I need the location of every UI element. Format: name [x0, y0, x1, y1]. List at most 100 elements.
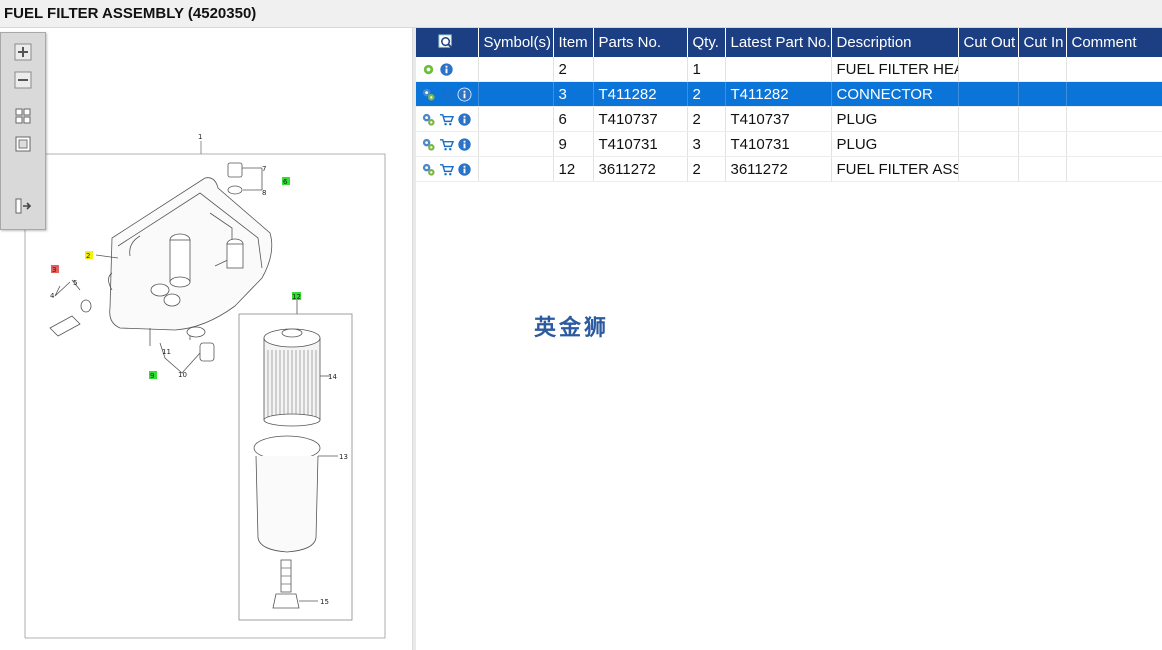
parts-pane: Symbol(s) Item Parts No. Qty. Latest Par… — [416, 28, 1162, 650]
callout-8: 8 — [262, 189, 266, 197]
callout-7: 7 — [262, 165, 266, 173]
cell-symbol — [478, 131, 554, 157]
cell-latest-part-no — [725, 57, 832, 82]
search-parts-icon — [438, 34, 455, 51]
parts-table: Symbol(s) Item Parts No. Qty. Latest Par… — [416, 28, 1162, 182]
cell-cut-in — [1018, 131, 1067, 157]
exploded-diagram[interactable]: 1 2 3 4 5 6 7 8 9 10 11 12 13 14 15 — [0, 28, 412, 650]
toggle-list-icon — [15, 198, 32, 214]
cell-item: 9 — [553, 131, 594, 157]
cell-qty: 2 — [687, 106, 726, 132]
cell-item: 12 — [553, 156, 594, 182]
cell-item: 3 — [553, 81, 594, 107]
cell-cut-out — [958, 156, 1019, 182]
gears-icon[interactable] — [421, 112, 436, 127]
cell-part-no: T410737 — [593, 106, 688, 132]
cell-description: PLUG — [831, 106, 959, 132]
table-row[interactable]: 12361127223611272FUEL FILTER ASSEMBLY — [416, 156, 1162, 182]
zoom-in-button[interactable] — [11, 41, 35, 63]
info-icon[interactable] — [457, 162, 472, 177]
diagram-pane[interactable]: 1 2 3 4 5 6 7 8 9 10 11 12 13 14 15 — [0, 28, 412, 650]
cart-icon[interactable] — [439, 162, 454, 177]
row-actions[interactable] — [416, 131, 479, 157]
column-header-symbol[interactable]: Symbol(s) — [478, 28, 554, 57]
column-header-comment[interactable]: Comment — [1066, 28, 1162, 57]
cell-part-no — [593, 57, 688, 82]
callout-5: 5 — [73, 279, 77, 287]
zoom-out-button[interactable] — [11, 69, 35, 91]
cart-icon[interactable] — [439, 112, 454, 127]
zoom-out-icon — [14, 71, 32, 89]
cell-description: PLUG — [831, 131, 959, 157]
row-actions[interactable] — [416, 106, 479, 132]
info-icon[interactable] — [457, 112, 472, 127]
fit-all-icon — [15, 108, 31, 124]
cell-cut-out — [958, 57, 1019, 82]
cart-icon[interactable] — [439, 137, 454, 152]
row-actions[interactable] — [416, 81, 479, 107]
cell-latest-part-no: 3611272 — [725, 156, 832, 182]
cell-part-no: T410731 — [593, 131, 688, 157]
info-icon[interactable] — [457, 87, 472, 102]
callout-2: 2 — [86, 252, 90, 260]
cell-comment — [1066, 131, 1162, 157]
toggle-list-button[interactable] — [11, 195, 35, 217]
gears-icon[interactable] — [421, 87, 436, 102]
table-row[interactable]: 6 T410737 2 T410737 PLUG — [416, 106, 1162, 132]
column-header-icons[interactable] — [416, 28, 479, 57]
fit-window-icon — [15, 136, 31, 152]
fit-window-button[interactable] — [11, 133, 35, 155]
watermark-text: 英金狮 — [534, 316, 610, 341]
column-header-description[interactable]: Description — [831, 28, 959, 57]
cell-latest-part-no: T410731 — [725, 131, 832, 157]
cell-description: FUEL FILTER ASSEMBLY — [831, 156, 959, 182]
row-actions[interactable] — [416, 57, 479, 82]
column-header-cut-in[interactable]: Cut In — [1018, 28, 1067, 57]
column-header-qty[interactable]: Qty. — [687, 28, 726, 57]
cell-item: 2 — [553, 57, 594, 82]
callout-4: 4 — [50, 292, 55, 300]
cart-icon[interactable] — [439, 87, 454, 102]
cell-cut-out — [958, 131, 1019, 157]
cell-cut-out — [958, 106, 1019, 132]
cell-symbol — [478, 106, 554, 132]
cell-description: CONNECTOR — [831, 81, 959, 107]
column-header-item[interactable]: Item — [553, 28, 594, 57]
cell-symbol — [478, 57, 554, 82]
cell-cut-in — [1018, 57, 1067, 82]
column-header-cut-out[interactable]: Cut Out — [958, 28, 1019, 57]
table-row[interactable]: 2 1 FUEL FILTER HEAD — [416, 57, 1162, 82]
callout-6: 6 — [283, 178, 288, 186]
callout-15: 15 — [320, 598, 329, 606]
callout-13: 13 — [339, 453, 348, 461]
info-icon[interactable] — [457, 137, 472, 152]
callout-11: 11 — [162, 348, 171, 356]
cell-description: FUEL FILTER HEAD — [831, 57, 959, 82]
callout-10: 10 — [178, 371, 187, 379]
callout-3: 3 — [52, 266, 56, 274]
column-header-parts-no[interactable]: Parts No. — [593, 28, 688, 57]
cell-comment — [1066, 156, 1162, 182]
cell-comment — [1066, 57, 1162, 82]
cell-cut-in — [1018, 156, 1067, 182]
cell-item: 6 — [553, 106, 594, 132]
info-icon[interactable] — [439, 62, 454, 77]
callout-1: 1 — [198, 133, 202, 141]
diagram-toolbox — [0, 32, 46, 230]
cell-cut-out — [958, 81, 1019, 107]
cell-symbol — [478, 156, 554, 182]
cell-latest-part-no: T410737 — [725, 106, 832, 132]
gears-icon[interactable] — [421, 162, 436, 177]
gears-icon[interactable] — [421, 137, 436, 152]
row-actions[interactable] — [416, 156, 479, 182]
callout-12: 12 — [292, 293, 301, 301]
cell-part-no: 3611272 — [593, 156, 688, 182]
fit-all-button[interactable] — [11, 105, 35, 127]
cell-cut-in — [1018, 106, 1067, 132]
table-row[interactable]: 9 T410731 3 T410731 PLUG — [416, 131, 1162, 157]
gear-icon[interactable] — [421, 62, 436, 77]
column-header-latest[interactable]: Latest Part No. — [725, 28, 832, 57]
table-row[interactable]: 3 T411282 2 T411282 CONNECTOR — [416, 81, 1162, 107]
cell-qty: 2 — [687, 156, 726, 182]
cell-qty: 1 — [687, 57, 726, 82]
